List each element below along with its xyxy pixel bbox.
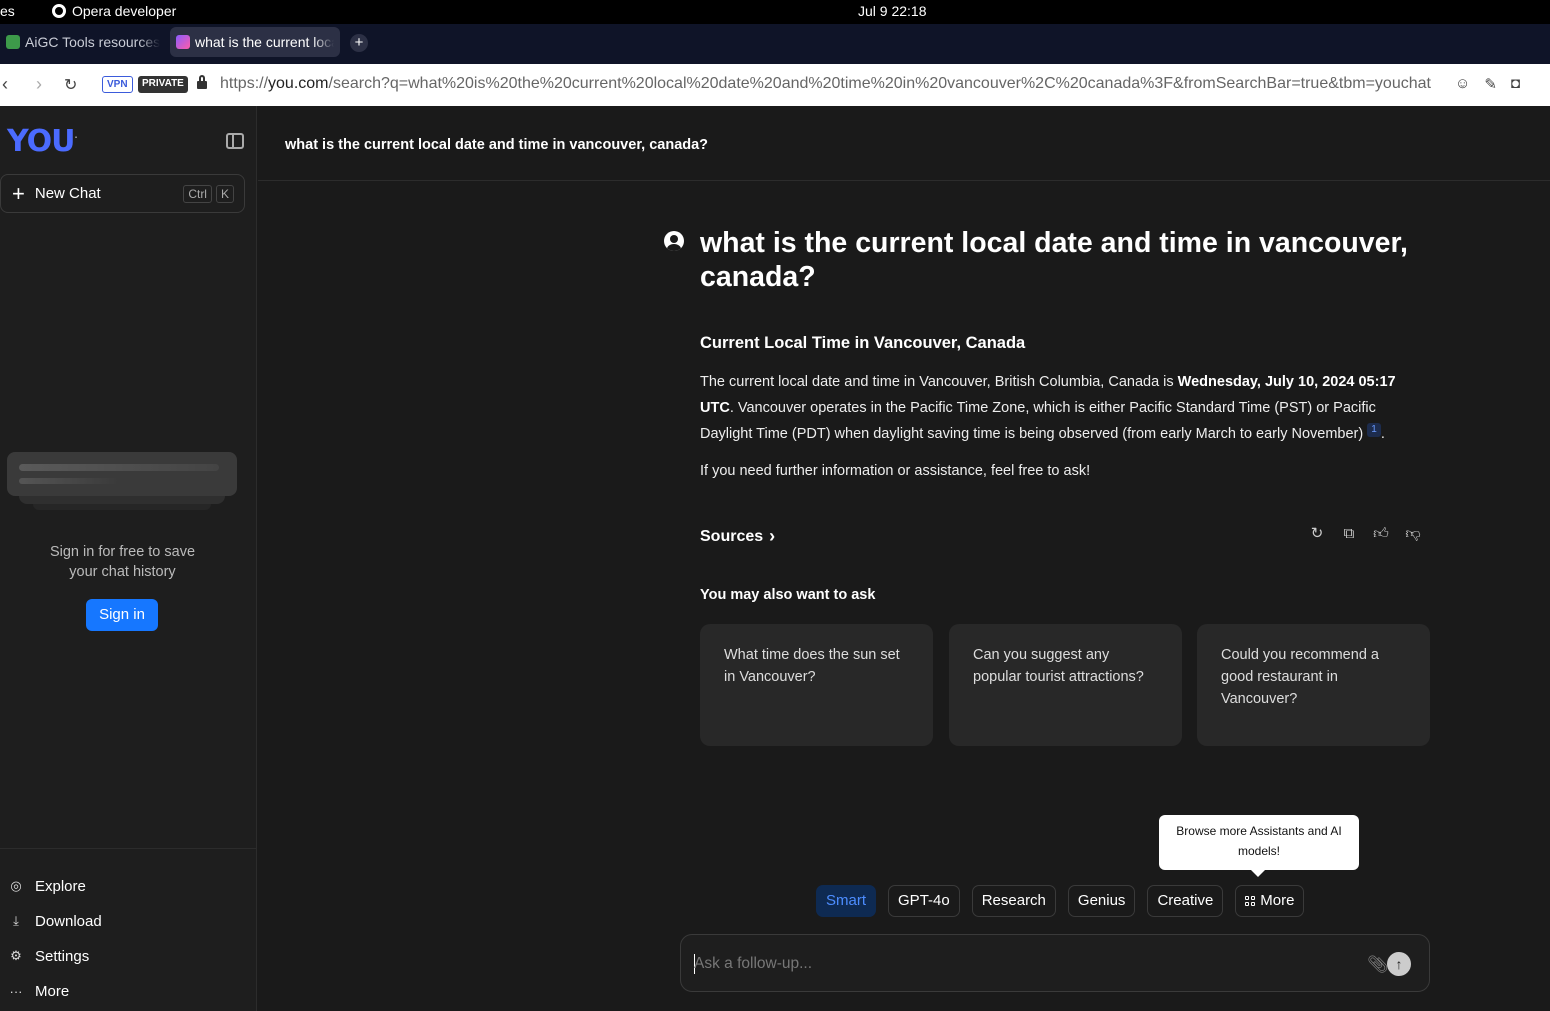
shortcut-key-ctrl: Ctrl (183, 185, 212, 203)
os-app-menu[interactable]: es (0, 3, 15, 19)
new-chat-label: New Chat (34, 185, 101, 202)
browser-tab-strip: AiGC Tools resources what is the current… (0, 24, 1550, 64)
logo-trademark-icon: · (74, 133, 78, 142)
mode-genius[interactable]: Genius (1067, 885, 1136, 917)
more-models-tooltip: Browse more Assistants and AI models! (1159, 815, 1359, 877)
you-logo[interactable]: YOU· (7, 124, 78, 159)
new-chat-button[interactable]: + New Chat Ctrl K (0, 174, 245, 213)
download-icon: ⤓ (13, 913, 19, 928)
tab-title: AiGC Tools resources (25, 34, 161, 50)
arrow-up-icon: ↑ (1395, 956, 1403, 972)
mode-more[interactable]: More (1235, 885, 1305, 917)
paperclip-icon[interactable]: 📎︎ (1367, 955, 1389, 975)
edit-icon[interactable]: ✎ (1484, 75, 1497, 93)
ellipsis-icon: ··· (9, 983, 23, 999)
suggestion-card[interactable]: Can you suggest any popular tourist attr… (949, 624, 1182, 746)
composer: 📎︎ ↑ (680, 934, 1430, 992)
signin-message: Sign in for free to save your chat histo… (49, 544, 196, 580)
sidebar: YOU· + New Chat Ctrl K Sign in for free … (0, 106, 257, 1011)
os-active-app[interactable]: Opera developer (52, 3, 176, 19)
copy-icon[interactable]: ⧉ (1341, 526, 1357, 542)
chevron-right-icon: › (769, 526, 776, 546)
sidebar-nav: ◎ Explore ⤓ Download ⚙ Settings ··· More (0, 848, 257, 1000)
thumbs-down-icon[interactable]: 👎︎ (1405, 526, 1421, 542)
shortcut-key-k: K (215, 185, 234, 203)
browser-tab-you-search[interactable]: what is the current local date (170, 27, 340, 57)
suggestion-card[interactable]: What time does the sun set in Vancouver? (700, 624, 933, 746)
mode-creative[interactable]: Creative (1147, 885, 1224, 917)
send-button[interactable]: ↑ (1387, 952, 1411, 976)
grid-icon (1245, 896, 1256, 906)
user-question: what is the current local date and time … (700, 227, 1408, 293)
forward-icon[interactable]: › (36, 74, 42, 95)
chat-history-placeholder (7, 452, 237, 516)
mode-selector: Smart GPT-4o Research Genius Creative Mo… (816, 885, 1305, 917)
browser-address-bar: ‹ › ↻ VPN PRIVATE https://you.com/search… (0, 64, 1550, 106)
suggestion-card[interactable]: Could you recommend a good restaurant in… (1197, 624, 1430, 746)
back-icon[interactable]: ‹ (2, 74, 8, 95)
answer-closing: If you need further information or assis… (700, 463, 1091, 479)
private-badge: PRIVATE (138, 76, 188, 93)
vpn-badge[interactable]: VPN (102, 76, 133, 93)
user-avatar-icon (664, 231, 684, 251)
sidebar-item-more[interactable]: ··· More (0, 976, 257, 1006)
tab-favicon-icon (176, 35, 190, 49)
shortcut-hint: Ctrl K (183, 185, 234, 203)
os-clock[interactable]: Jul 9 22:18 (858, 3, 927, 19)
answer-actions: ↻ ⧉ 👍︎ 👎︎ (1309, 526, 1421, 542)
url-field[interactable]: https://you.com/search?q=what%20is%20the… (220, 75, 1440, 93)
sidebar-item-settings[interactable]: ⚙ Settings (0, 941, 257, 971)
tab-title: what is the current local date (195, 34, 334, 50)
plus-icon: + (12, 180, 25, 206)
reload-icon[interactable]: ↻ (64, 75, 77, 95)
sidebar-collapse-icon[interactable] (226, 133, 244, 149)
mode-gpt4o[interactable]: GPT-4o (888, 885, 960, 917)
follow-up-input[interactable] (694, 951, 1334, 977)
sidebar-item-download[interactable]: ⤓ Download (0, 906, 257, 936)
chat-title: what is the current local date and time … (285, 137, 709, 153)
os-top-bar: es Opera developer Jul 9 22:18 (0, 0, 1550, 24)
signin-button[interactable]: Sign in (86, 599, 158, 631)
regenerate-icon[interactable]: ↻ (1309, 526, 1325, 542)
compass-icon: ◎ (10, 878, 22, 893)
mode-research[interactable]: Research (971, 885, 1056, 917)
sidebar-item-explore[interactable]: ◎ Explore (0, 871, 257, 901)
os-app-name: Opera developer (72, 3, 177, 19)
opera-logo-icon (52, 4, 66, 18)
gear-icon: ⚙ (10, 948, 22, 963)
answer-paragraph: The current local date and time in Vanco… (700, 374, 1396, 442)
related-questions-label: You may also want to ask (700, 587, 876, 603)
camera-icon[interactable]: ◘ (1511, 75, 1520, 93)
tab-favicon-icon (6, 35, 20, 49)
emoji-icon[interactable]: ☺ (1455, 75, 1470, 93)
thumbs-up-icon[interactable]: 👍︎ (1373, 526, 1389, 542)
chat-header: what is the current local date and time … (258, 106, 1550, 181)
citation-badge[interactable]: 1 (1367, 423, 1381, 437)
lock-icon[interactable] (197, 75, 207, 91)
answer-heading: Current Local Time in Vancouver, Canada (700, 334, 1026, 352)
sources-toggle[interactable]: Sources › (700, 526, 775, 547)
mode-smart[interactable]: Smart (816, 885, 877, 917)
new-tab-button[interactable]: + (350, 34, 368, 52)
browser-tab-aigc-tools[interactable]: AiGC Tools resources (0, 27, 168, 57)
